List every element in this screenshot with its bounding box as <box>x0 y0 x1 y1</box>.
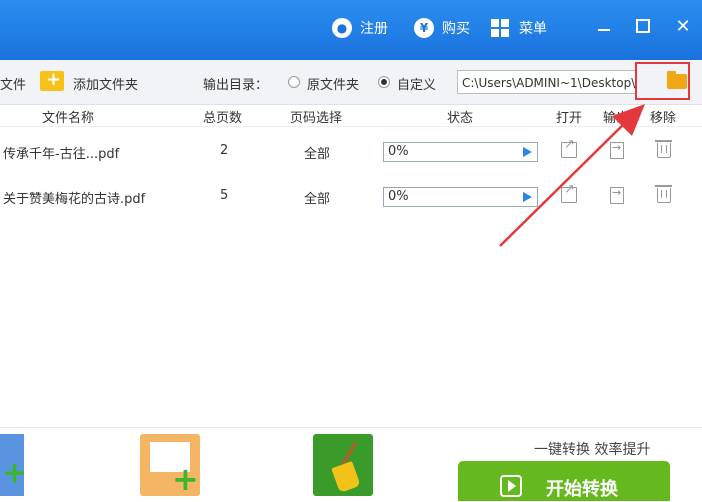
open-icon[interactable] <box>561 182 577 203</box>
progress-value: 0% <box>388 144 409 159</box>
trash-icon[interactable] <box>655 140 672 158</box>
table-row[interactable]: 传承千年-古往...pdf 2 全部 0% <box>0 129 702 173</box>
output-dir-label: 输出目录： <box>203 78 269 93</box>
user-icon: ● <box>332 18 352 38</box>
progress-bar: 0% <box>383 187 538 207</box>
add-folder-icon[interactable] <box>40 69 64 91</box>
page-range[interactable]: 全部 <box>304 143 330 162</box>
file-name: 关于赞美梅花的古诗.pdf <box>3 192 146 207</box>
register-label: 注册 <box>360 21 388 37</box>
menu-label: 菜单 <box>519 21 547 37</box>
header-pages: 总页数 <box>203 111 243 126</box>
play-icon[interactable] <box>523 192 532 202</box>
option-custom-label[interactable]: 自定义 <box>397 74 436 93</box>
play-icon <box>500 475 522 497</box>
close-icon: ✕ <box>675 15 691 37</box>
radio-original[interactable] <box>288 76 300 88</box>
title-bar: ● 注册 ¥ 购买 菜单 ✕ <box>0 0 702 60</box>
table-row[interactable]: 关于赞美梅花的古诗.pdf 5 全部 0% <box>0 174 702 218</box>
slogan-text: 一键转换 效率提升 <box>534 442 651 458</box>
yen-icon: ¥ <box>414 18 434 38</box>
trash-icon[interactable] <box>655 185 672 203</box>
open-icon[interactable] <box>561 137 577 158</box>
play-icon[interactable] <box>523 147 532 157</box>
header-name: 文件名称 <box>42 111 95 126</box>
output-path-input[interactable]: C:\Users\ADMINI~1\Desktop\ <box>457 70 637 94</box>
minimize-icon <box>598 29 610 31</box>
add-file-large-icon[interactable] <box>0 434 27 496</box>
header-remove: 移除 <box>650 111 677 126</box>
menu-button[interactable]: 菜单 <box>491 0 547 56</box>
add-file-button[interactable]: 文件 <box>0 74 26 93</box>
clear-list-icon[interactable] <box>313 434 373 496</box>
close-button[interactable]: ✕ <box>671 14 695 38</box>
header-status: 状态 <box>447 111 474 126</box>
table-header: 文件名称 总页数 页码选择 状态 打开 输出 移除 <box>0 104 702 127</box>
add-folder-large-icon[interactable]: + <box>140 434 200 498</box>
progress-bar: 0% <box>383 142 538 162</box>
header-export: 输出 <box>603 111 630 126</box>
radio-custom[interactable] <box>378 76 390 88</box>
highlight-box <box>635 62 690 100</box>
register-button[interactable]: ● 注册 <box>332 0 388 56</box>
maximize-icon <box>636 19 650 33</box>
header-open: 打开 <box>556 111 583 126</box>
export-icon[interactable] <box>610 186 624 204</box>
header-range: 页码选择 <box>290 111 343 126</box>
page-range[interactable]: 全部 <box>304 188 330 207</box>
page-count: 2 <box>220 143 229 158</box>
maximize-button[interactable] <box>631 14 655 38</box>
start-convert-button[interactable]: 开始转换 <box>458 461 670 501</box>
file-name: 传承千年-古往...pdf <box>3 147 120 162</box>
export-icon[interactable] <box>610 141 624 159</box>
progress-value: 0% <box>388 189 409 204</box>
buy-button[interactable]: ¥ 购买 <box>414 0 470 56</box>
grid-icon <box>491 19 509 37</box>
buy-label: 购买 <box>442 21 470 37</box>
start-convert-label: 开始转换 <box>546 479 618 500</box>
add-folder-button[interactable]: 添加文件夹 <box>73 74 138 93</box>
page-count: 5 <box>220 188 229 203</box>
option-original-label[interactable]: 原文件夹 <box>307 74 359 93</box>
minimize-button[interactable] <box>592 14 616 38</box>
